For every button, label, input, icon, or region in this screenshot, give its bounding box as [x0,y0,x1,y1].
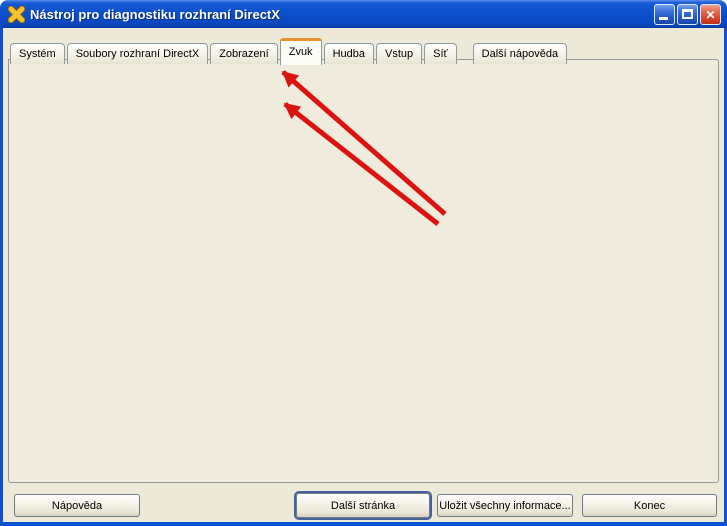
exit-button[interactable]: Konec [582,494,717,517]
tab-more-help[interactable]: Další nápověda [473,43,567,64]
maximize-icon [682,9,693,19]
tab-music[interactable]: Hudba [324,43,374,64]
minimize-icon [659,17,668,20]
next-page-button[interactable]: Další stránka [296,493,430,518]
tab-network[interactable]: Síť [424,43,457,64]
maximize-button[interactable] [677,4,698,25]
title-bar: Nástroj pro diagnostiku rozhraní DirectX… [0,0,727,28]
save-all-information-button[interactable]: Uložit všechny informace... [437,494,573,517]
close-button[interactable]: ✕ [700,4,721,25]
sound-tab-page [8,59,719,483]
window-title: Nástroj pro diagnostiku rozhraní DirectX [30,7,654,22]
tab-strip: Systém Soubory rozhraní DirectX Zobrazen… [10,37,567,64]
close-icon: ✕ [701,6,720,24]
tab-sound[interactable]: Zvuk [280,38,322,65]
dxdiag-window: Nástroj pro diagnostiku rozhraní DirectX… [0,0,727,526]
tab-display[interactable]: Zobrazení [210,43,278,64]
help-button[interactable]: Nápověda [14,494,140,517]
tab-input[interactable]: Vstup [376,43,422,64]
directx-app-icon [8,6,25,23]
dialog-client-area: Systém Soubory rozhraní DirectX Zobrazen… [3,28,724,522]
tab-directx-files[interactable]: Soubory rozhraní DirectX [67,43,209,64]
tab-system[interactable]: Systém [10,43,65,64]
minimize-button[interactable] [654,4,675,25]
